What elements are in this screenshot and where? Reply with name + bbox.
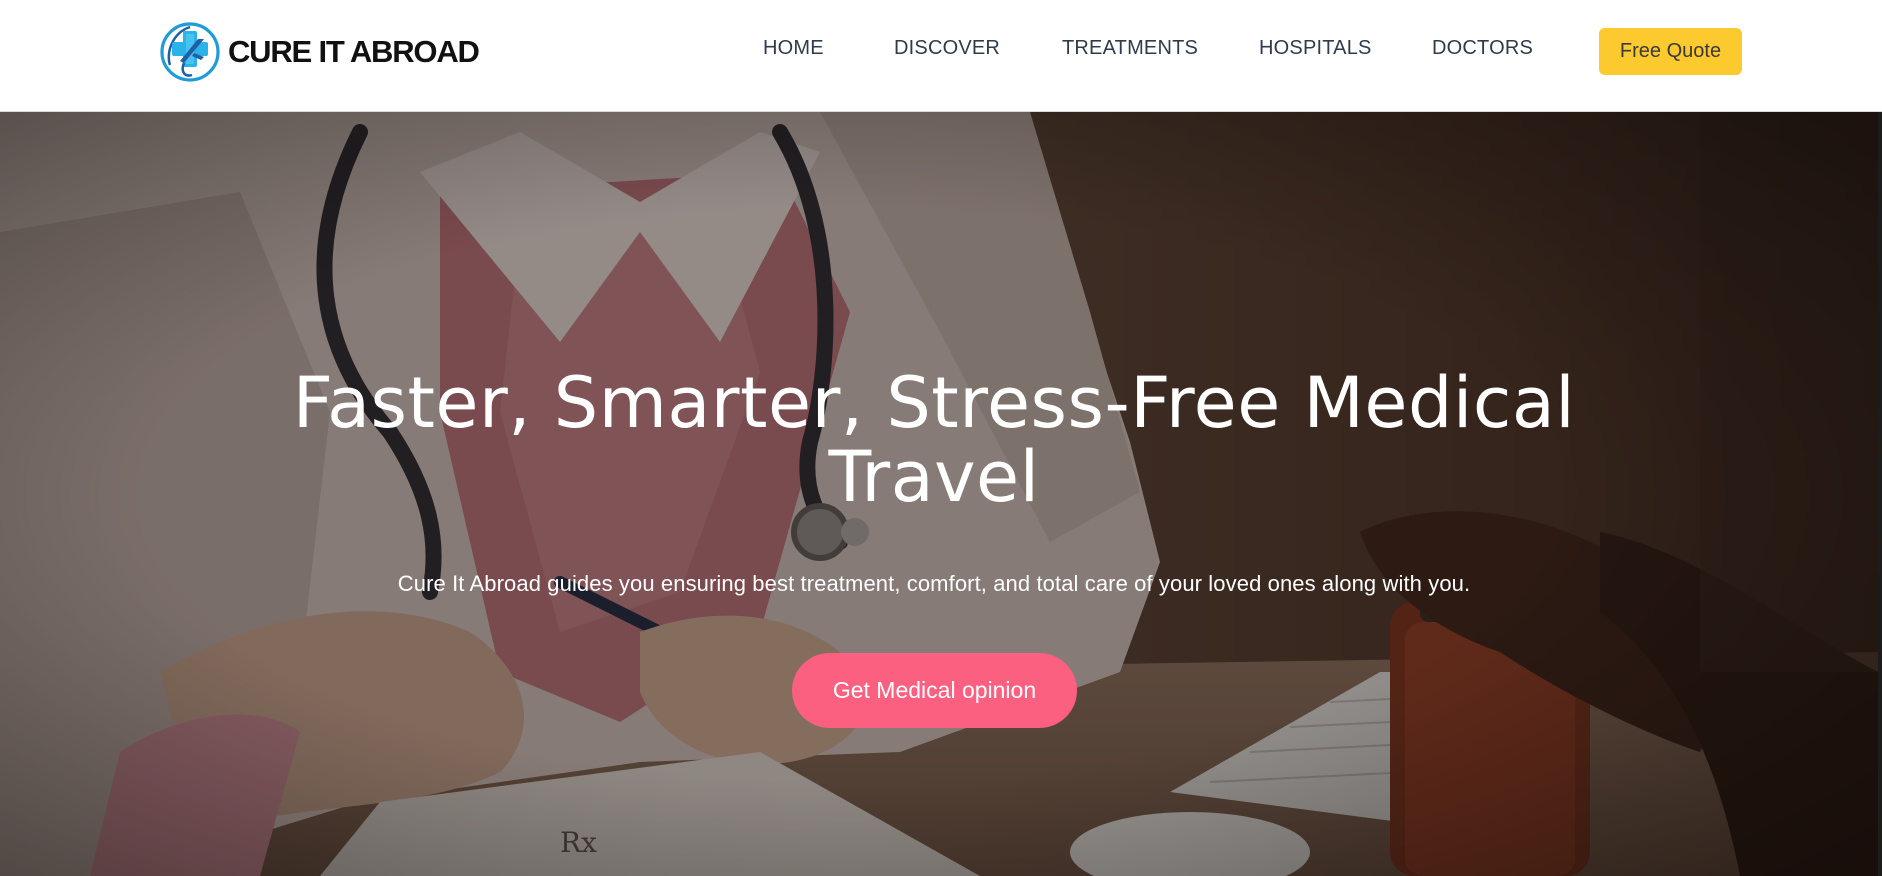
nav-item-home[interactable]: HOME	[763, 37, 824, 60]
hero-title-line-1: Faster, Smarter, Stress-Free Medical	[292, 362, 1576, 444]
nav-item-doctors[interactable]: DOCTORS	[1432, 37, 1533, 60]
main-nav: HOME DISCOVER TREATMENTS HOSPITALS DOCTO…	[0, 0, 1882, 102]
hero-title: Faster, Smarter, Stress-Free Medical Tra…	[0, 366, 1868, 514]
free-quote-button[interactable]: Free Quote	[1599, 28, 1742, 75]
nav-item-discover[interactable]: DISCOVER	[894, 37, 1000, 60]
hero-section: Rx Faster, Smarter, Stress-Free Medical …	[0, 112, 1878, 876]
scrollbar-track[interactable]	[1878, 112, 1882, 876]
get-medical-opinion-button[interactable]: Get Medical opinion	[792, 653, 1077, 728]
nav-item-treatments[interactable]: TREATMENTS	[1062, 37, 1198, 60]
site-header: CURE IT ABROAD HOME DISCOVER TREATMENTS …	[0, 0, 1882, 112]
hero-subtitle: Cure It Abroad guides you ensuring best …	[397, 571, 1471, 596]
nav-item-hospitals[interactable]: HOSPITALS	[1259, 37, 1372, 60]
hero-title-line-2: Travel	[828, 436, 1040, 518]
